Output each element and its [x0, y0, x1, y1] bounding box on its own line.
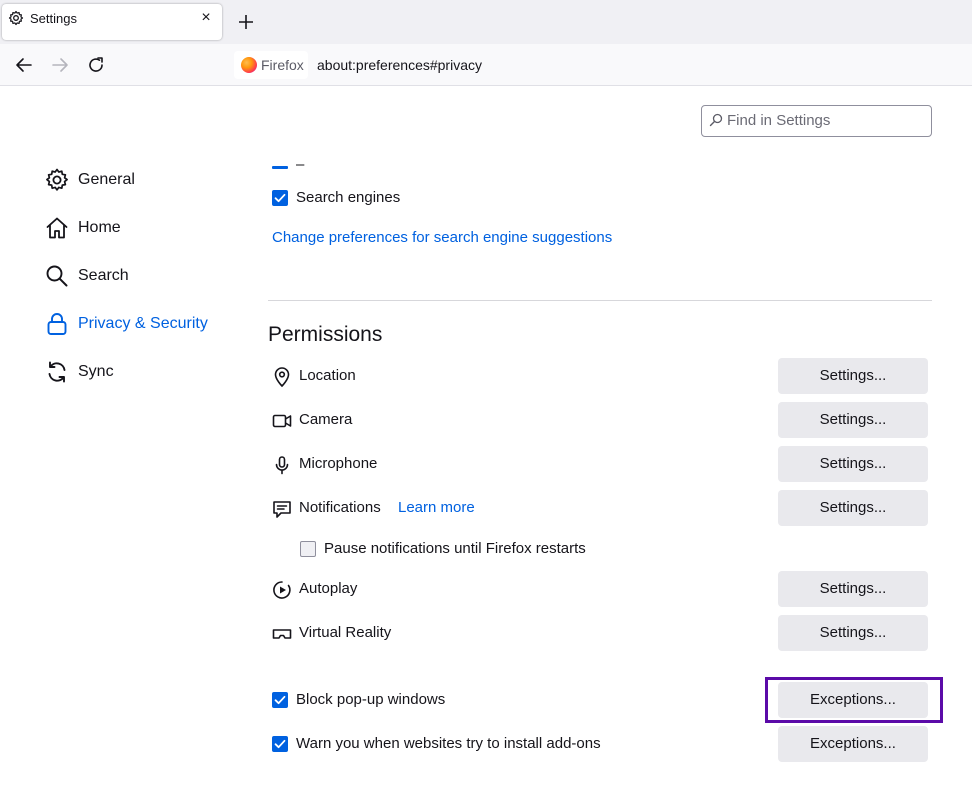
- location-label: Location: [299, 367, 356, 384]
- camera-settings-button[interactable]: Settings...: [778, 402, 928, 438]
- location-icon: [274, 367, 290, 388]
- sidebar-item-label: Sync: [78, 363, 114, 380]
- search-icon: [46, 265, 68, 287]
- firefox-logo-icon: [241, 57, 257, 73]
- notifications-label: Notifications: [299, 499, 381, 516]
- forward-arrow-icon[interactable]: [48, 53, 72, 77]
- warn-addons-exceptions-button[interactable]: Exceptions...: [778, 726, 928, 762]
- back-arrow-icon[interactable]: [12, 53, 36, 77]
- search-engines-checkbox[interactable]: [272, 190, 288, 206]
- block-popups-label[interactable]: Block pop-up windows: [296, 691, 445, 708]
- sidebar-item-label: Home: [78, 219, 121, 236]
- sidebar-item-label: Search: [78, 267, 129, 284]
- camera-icon: [272, 414, 292, 428]
- home-icon: [46, 217, 68, 239]
- sidebar-item-home[interactable]: Home: [44, 213, 244, 245]
- sidebar-item-general[interactable]: General: [44, 165, 244, 197]
- focus-highlight-box: [765, 677, 943, 723]
- notifications-icon: [273, 501, 291, 518]
- lock-icon: [47, 313, 67, 335]
- microphone-label: Microphone: [299, 455, 378, 472]
- learn-more-link[interactable]: Learn more: [398, 499, 475, 516]
- reload-icon[interactable]: [84, 53, 108, 77]
- pause-notifications-checkbox[interactable]: [300, 541, 316, 557]
- sidebar-item-privacy-security[interactable]: Privacy & Security: [44, 309, 244, 341]
- location-settings-button[interactable]: Settings...: [778, 358, 928, 394]
- search-engines-label[interactable]: Search engines: [296, 189, 400, 206]
- autoplay-settings-button[interactable]: Settings...: [778, 571, 928, 607]
- vr-settings-button[interactable]: Settings...: [778, 615, 928, 651]
- camera-label: Camera: [299, 411, 353, 428]
- url-text[interactable]: about:preferences#privacy: [317, 57, 482, 73]
- partial-label: –: [296, 156, 305, 173]
- find-in-settings-input[interactable]: [727, 110, 922, 130]
- identity-label: Firefox: [261, 57, 304, 73]
- checkbox-partial[interactable]: [272, 166, 288, 169]
- close-icon[interactable]: ×: [197, 9, 215, 27]
- sidebar-item-sync[interactable]: Sync: [44, 357, 244, 389]
- warn-addons-label[interactable]: Warn you when websites try to install ad…: [296, 735, 601, 752]
- sidebar-item-search[interactable]: Search: [44, 261, 244, 293]
- autoplay-label: Autoplay: [299, 580, 358, 597]
- change-search-prefs-link[interactable]: Change preferences for search engine sug…: [272, 229, 612, 246]
- tab-title: Settings: [30, 11, 77, 26]
- sync-icon: [48, 361, 66, 383]
- pause-notifications-label[interactable]: Pause notifications until Firefox restar…: [324, 540, 586, 557]
- vr-icon: [272, 629, 292, 639]
- microphone-icon: [275, 456, 289, 475]
- sidebar-item-label: Privacy & Security: [78, 315, 208, 332]
- gear-icon: [46, 168, 68, 191]
- block-popups-checkbox[interactable]: [272, 692, 288, 708]
- plus-icon[interactable]: [234, 10, 258, 34]
- section-divider: [268, 300, 932, 301]
- autoplay-icon: [273, 581, 291, 599]
- check-icon: [274, 739, 286, 749]
- check-icon: [274, 695, 286, 705]
- check-icon: [274, 193, 286, 203]
- vr-label: Virtual Reality: [299, 624, 392, 641]
- warn-addons-checkbox[interactable]: [272, 736, 288, 752]
- permissions-heading: Permissions: [268, 323, 383, 346]
- search-icon: [709, 113, 723, 127]
- gear-icon: [8, 10, 24, 26]
- sidebar-item-label: General: [78, 171, 135, 188]
- microphone-settings-button[interactable]: Settings...: [778, 446, 928, 482]
- notifications-settings-button[interactable]: Settings...: [778, 490, 928, 526]
